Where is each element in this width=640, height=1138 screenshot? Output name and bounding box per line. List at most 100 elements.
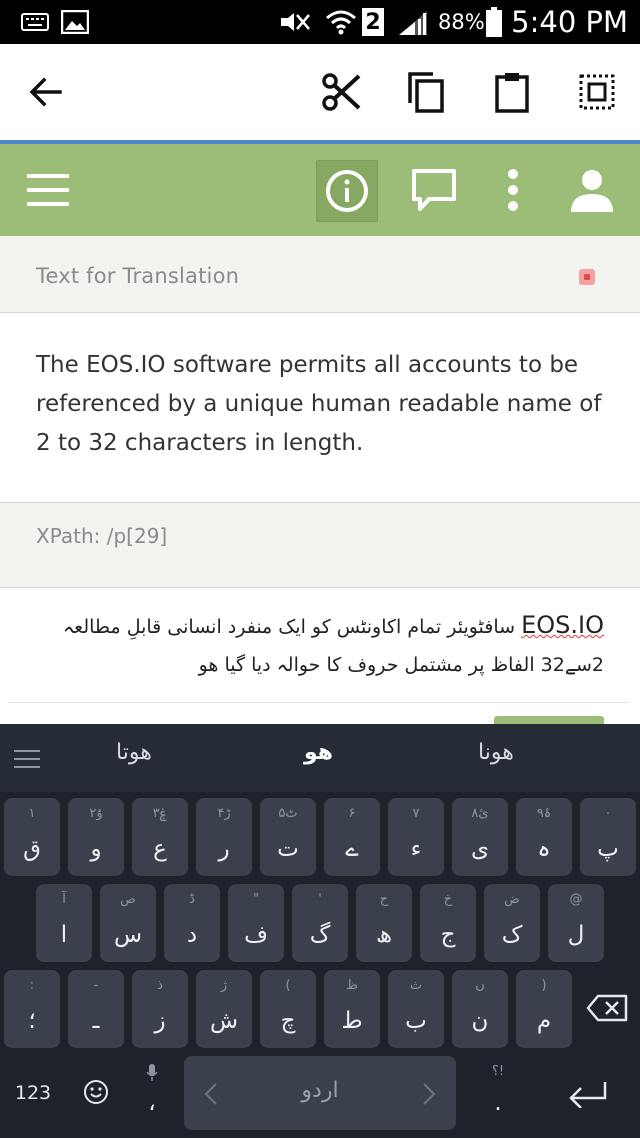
key-hint: ذ [157,978,163,993]
key-row3-7[interactable]: ںن [452,970,508,1048]
wifi-icon [324,10,358,35]
translation-editor[interactable]: EOS.IO سافٹویئر تمام اکاونٹس کو ایک منفر… [30,606,604,684]
numbers-key[interactable]: 123 [10,1070,56,1116]
key-hint: ( [285,978,291,993]
key-label: ر [218,836,230,862]
key-label: چ [280,1008,296,1034]
close-panel-icon[interactable] [579,269,595,285]
key-row3-5[interactable]: ظط [324,970,380,1048]
suggestion-center[interactable]: ھو [304,740,333,765]
key-hint: " [253,892,259,907]
more-button[interactable] [483,160,543,220]
key-row2-8[interactable]: @ ل [548,884,604,962]
key-label: گ [309,922,331,948]
key-row2-4[interactable]: ' گ [292,884,348,962]
enter-key[interactable] [560,1072,616,1116]
key-hint: ں [475,978,485,993]
key-label: د [186,922,198,948]
key-row1-5[interactable]: ۶ے [324,798,380,876]
key-row1-0[interactable]: ۱ق [4,798,60,876]
emoji-key[interactable] [80,1076,112,1108]
cut-icon [322,73,361,111]
key-row1-6[interactable]: ۷ء [388,798,444,876]
key-hint: - [93,978,99,993]
suggestion-left[interactable]: ھوتا [116,740,152,765]
key-row1-3[interactable]: ڑ۴ ر [196,798,252,876]
menu-button[interactable] [18,160,78,220]
key-row3-4[interactable]: (چ [260,970,316,1048]
key-row2-2[interactable]: ڈد [164,884,220,962]
key-hint: ۱ [28,806,36,821]
key-row3-1[interactable]: -ـ [68,970,124,1048]
key-hint: ۼ۳ [152,806,168,821]
comma-key[interactable]: ، [124,1056,180,1130]
key-hint: ' [318,892,322,907]
mute-icon [278,10,312,34]
key-row1-2[interactable]: ۼ۳ ع [132,798,188,876]
source-text: The EOS.IO software permits all accounts… [36,352,602,456]
battery-percent: 88% [438,10,485,34]
key-hint: ئ۸ [471,806,489,821]
translation-line-2: 2سے32 الفاظ پر مشتمل حروف کا حوالہ دیا گ… [198,654,604,676]
key-row1-7[interactable]: ئ۸ ی [452,798,508,876]
key-hint: ص [120,892,136,907]
back-button[interactable] [20,66,72,118]
more-icon [508,169,518,211]
paste-icon [495,73,529,113]
key-row2-1[interactable]: صس [100,884,156,962]
key-label: ز [154,1008,166,1034]
mic-icon [146,1064,158,1081]
menu-icon [27,174,69,206]
battery-icon [484,7,504,37]
status-bar: 2 88% 5:40 PM [0,0,640,44]
key-row2-6[interactable]: خج [420,884,476,962]
signal-icon [396,10,430,35]
key-row1-4[interactable]: ٹ۵ ت [260,798,316,876]
language-label: اردو [301,1078,339,1103]
backspace-key[interactable] [580,970,634,1048]
key-hint: ۰ [604,806,612,821]
sim-icon: 2 [362,8,384,36]
key-hint: ح [379,892,389,907]
cut-button[interactable] [315,66,367,118]
select-all-icon [579,74,615,110]
key-hint: خ [443,892,453,907]
comment-button[interactable] [404,160,464,220]
emoji-icon [84,1080,108,1104]
key-row3-6[interactable]: ثب [388,970,444,1048]
key-label: ھ [375,922,393,948]
period-key[interactable]: ؟! . [470,1056,526,1130]
paste-button[interactable] [486,66,538,118]
key-row1-8[interactable]: ۹ۂ ہ [516,798,572,876]
key-row2-5[interactable]: حھ [356,884,412,962]
key-row1-9[interactable]: ۰پ [580,798,636,876]
misspelled-word[interactable]: EOS.IO [521,611,604,639]
space-key[interactable]: اردو [184,1056,456,1130]
key-hint: ۹ۂ [536,806,552,821]
key-row2-0[interactable]: آا [36,884,92,962]
key-label: ی [470,836,489,862]
key-hint: @ [569,892,583,907]
key-row3-8[interactable]: ) م [516,970,572,1048]
clock: 5:40 PM [511,5,628,39]
keyboard-menu-icon[interactable] [12,744,42,774]
key-label: ـ [92,1008,100,1034]
key-label: پ [597,836,619,862]
suggestion-right[interactable]: ھونا [478,740,514,765]
key-label: ع [153,836,167,862]
key-hint: : [29,978,35,993]
profile-button[interactable] [562,160,622,220]
copy-button[interactable] [400,66,452,118]
key-hint: ث [409,978,423,993]
key-row3-2[interactable]: ذز [132,970,188,1048]
info-button[interactable] [316,160,378,222]
key-label: ب [405,1008,427,1034]
key-hint: ۇ۲ [89,806,103,821]
key-row3-0[interactable]: : ؛ [4,970,60,1048]
key-row1-1[interactable]: ۇ۲ و [68,798,124,876]
key-hint: ض [504,892,520,907]
select-all-button[interactable] [571,66,623,118]
key-row3-3[interactable]: ژش [196,970,252,1048]
key-row2-7[interactable]: ضک [484,884,540,962]
key-row2-3[interactable]: " ف [228,884,284,962]
